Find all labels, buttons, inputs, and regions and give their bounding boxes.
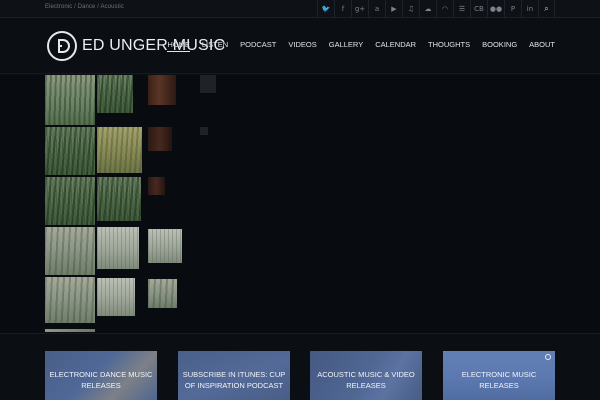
site-header: ED UNGER MUSIC HOME LISTEN PODCAST VIDEOS GA… [0,18,600,74]
card-acoustic[interactable]: ACOUSTIC MUSIC & VIDEO RELEASES [310,351,422,400]
nav-gallery[interactable]: GALLERY [329,40,363,52]
soundcloud-icon[interactable]: ☁ [419,0,436,18]
youtube-icon[interactable]: ▶ [385,0,402,18]
logo-badge-icon [545,354,551,360]
mosaic-progress-strip [45,329,95,332]
wood-tile [148,177,165,195]
wood-tile [148,75,176,105]
card-label: ELECTRONIC DANCE MUSIC RELEASES [49,370,153,390]
flickr-icon[interactable]: ●● [487,0,504,18]
forest-tile [148,229,182,263]
section-divider [0,333,600,334]
headphones-icon[interactable]: ◠ [436,0,453,18]
top-bar: Electronic / Dance / Acoustic 🐦 f g+ a ▶ ♫ ☁ ◠ ☰… [0,0,600,18]
beatport-icon[interactable]: ☰ [453,0,470,18]
forest-tile [97,127,142,173]
hero-mosaic [0,75,600,333]
nav-home[interactable]: HOME [167,40,190,52]
nav-thoughts[interactable]: THOUGHTS [428,40,470,52]
amazon-icon[interactable]: a [368,0,385,18]
cdbaby-icon[interactable]: CB [470,0,487,18]
nav-about[interactable]: ABOUT [529,40,555,52]
forest-tile [97,75,133,113]
social-links: 🐦 f g+ a ▶ ♫ ☁ ◠ ☰ CB ●● Pin ⌕ [317,0,555,18]
nav-listen[interactable]: LISTEN [202,40,228,52]
twitter-icon[interactable]: 🐦 [317,0,334,18]
pinterest-icon[interactable]: P [504,0,521,18]
forest-tile [45,75,95,125]
forest-tile [97,278,135,316]
card-itunes-podcast[interactable]: SUBSCRIBE IN ITUNES: CUP OF INSPIRATION … [178,351,290,400]
faded-tile [200,127,208,135]
card-electronic-dance[interactable]: ELECTRONIC DANCE MUSIC RELEASES [45,351,157,400]
forest-tile [97,227,139,269]
wood-tile [148,127,172,151]
card-label: SUBSCRIBE IN ITUNES: CUP OF INSPIRATION … [182,370,286,390]
nav-podcast[interactable]: PODCAST [240,40,276,52]
linkedin-icon[interactable]: in [521,0,538,18]
forest-tile [45,277,95,323]
main-nav: HOME LISTEN PODCAST VIDEOS GALLERY CALENDAR TH… [155,40,555,52]
site-tagline: Electronic / Dance / Acoustic [45,4,124,10]
itunes-icon[interactable]: ♫ [402,0,419,18]
forest-tile [97,177,141,221]
card-electronic[interactable]: ELECTRONIC MUSIC RELEASES [443,351,555,400]
search-icon[interactable]: ⌕ [538,0,555,18]
forest-tile [45,177,95,225]
facebook-icon[interactable]: f [334,0,351,18]
ed-logo-icon [47,31,77,61]
forest-tile [45,227,95,275]
nav-videos[interactable]: VIDEOS [288,40,316,52]
faded-tile [200,75,216,93]
google-plus-icon[interactable]: g+ [351,0,368,18]
nav-booking[interactable]: BOOKING [482,40,517,52]
card-label: ELECTRONIC MUSIC RELEASES [461,370,537,390]
card-label: ACOUSTIC MUSIC & VIDEO RELEASES [317,370,415,390]
forest-tile [148,279,177,308]
forest-tile [45,127,95,175]
nav-calendar[interactable]: CALENDAR [375,40,416,52]
